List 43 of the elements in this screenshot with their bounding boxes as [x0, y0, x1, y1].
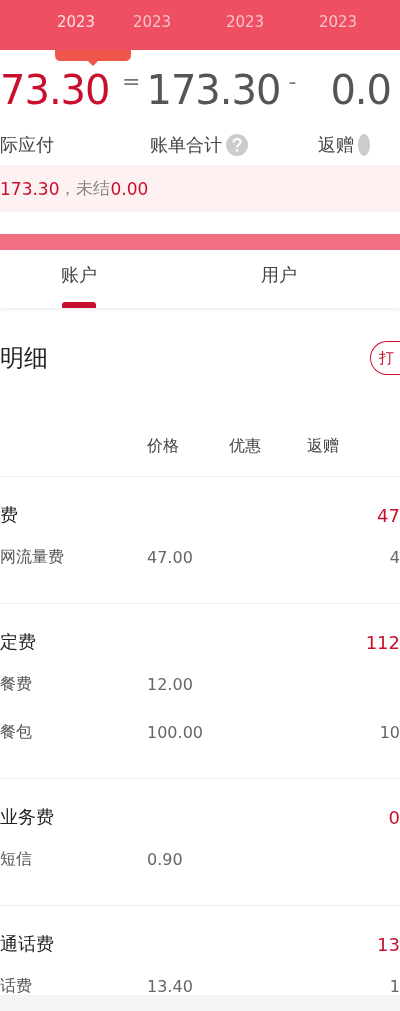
- tab[interactable]: 账户: [0, 250, 157, 308]
- equals-sign: =: [122, 68, 141, 94]
- item-price: 47.00: [147, 547, 194, 567]
- item-amount: 10: [379, 722, 400, 742]
- minus-sign: -: [288, 68, 297, 94]
- item-name: 餐费: [0, 673, 33, 695]
- category-amount: 112: [365, 631, 400, 653]
- item-name: 话费: [0, 975, 33, 997]
- item-price: 0.90: [147, 849, 184, 869]
- category-amount: 0: [388, 806, 400, 828]
- category-name: 通话费: [0, 932, 54, 956]
- category-name: 费: [0, 503, 18, 527]
- item-price: 12.00: [147, 674, 194, 694]
- section-title: 明细: [0, 343, 48, 374]
- paid-amount: 73.30: [0, 67, 110, 113]
- item-name: 网流量费: [0, 546, 65, 568]
- unsettled-amount: 0.00: [110, 178, 149, 199]
- gift-label: 返赠: [318, 133, 354, 157]
- item-price: 100.00: [147, 722, 204, 742]
- column-header: 优惠: [229, 435, 262, 457]
- item-name: 餐包: [0, 721, 33, 743]
- month-year[interactable]: 2023: [48, 13, 104, 31]
- unsettled-label: ，未结: [59, 177, 111, 200]
- month-year[interactable]: 2023: [200, 13, 290, 31]
- category-name: 业务费: [0, 805, 54, 829]
- category-name: 定费: [0, 630, 36, 654]
- column-header: 价格: [147, 435, 180, 457]
- item-name: 短信: [0, 848, 33, 870]
- item-amount: 4: [389, 547, 400, 567]
- total-label: 账单合计: [150, 133, 222, 157]
- print-button[interactable]: 打: [370, 341, 400, 375]
- settled-amount: 173.30: [0, 178, 60, 199]
- category-amount: 47: [377, 504, 400, 526]
- category-amount: 13: [377, 933, 400, 955]
- paid-label: 际应付: [0, 133, 55, 157]
- tab[interactable]: 用户: [157, 250, 400, 308]
- column-header: 返赠: [307, 435, 340, 457]
- month-year[interactable]: 2023: [293, 13, 383, 31]
- item-price: 13.40: [147, 976, 194, 996]
- gift-amount: 0.0: [330, 67, 391, 113]
- month-year[interactable]: 2023: [107, 13, 197, 31]
- total-amount: 173.30: [146, 67, 277, 113]
- item-amount: 1: [389, 976, 400, 996]
